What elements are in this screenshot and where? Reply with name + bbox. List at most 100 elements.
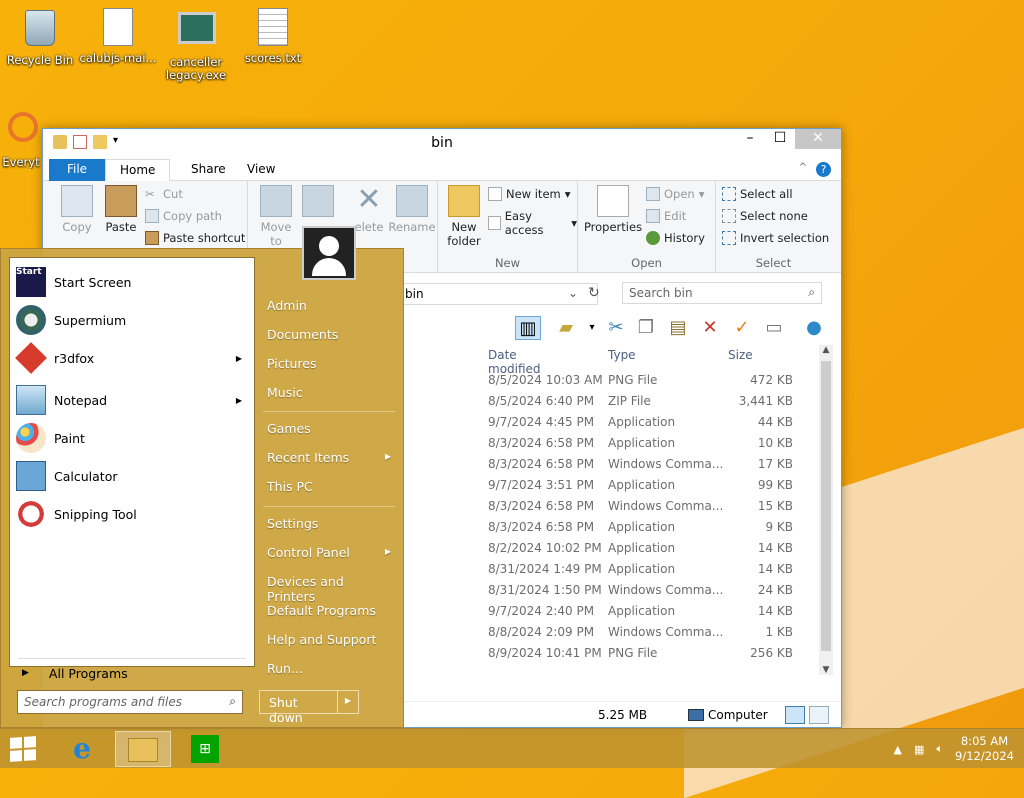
select-all-button[interactable]: Select all [722, 187, 793, 201]
arrow-right-icon: ▶ [22, 668, 29, 678]
start-menu-link[interactable]: Music [259, 380, 397, 406]
program-item[interactable]: Snipping Tool [16, 496, 248, 532]
paste-toolbar-icon[interactable]: ▤ [665, 316, 691, 340]
preview-pane-icon[interactable]: ▥ [515, 316, 541, 340]
copy-toolbar-icon[interactable]: ❐ [633, 316, 659, 340]
taskbar-internet-explorer[interactable]: e [54, 731, 110, 767]
move-to-button[interactable]: Move to [256, 185, 296, 248]
easy-access-button[interactable]: Easy access ▾ [488, 209, 577, 237]
start-menu-link[interactable]: Settings [259, 511, 397, 537]
notepad-icon [16, 385, 46, 415]
volume-muted-icon[interactable]: 🔈︎ [936, 742, 943, 756]
file-type: Application [608, 541, 676, 555]
program-item[interactable]: Start Start Screen [16, 264, 248, 300]
globe-icon[interactable]: ● [801, 316, 827, 340]
shut-down-button[interactable]: Shut down ▶ [259, 690, 359, 725]
column-date-modified[interactable]: Date modified [488, 348, 541, 376]
copy-path-button[interactable]: Copy path [145, 209, 222, 223]
desktop-icon-scores[interactable]: scores.txt [233, 8, 313, 65]
properties-button[interactable]: Properties [582, 185, 644, 234]
desktop-icon-label: canceller legacy.exe [165, 55, 227, 82]
start-menu-link[interactable]: Admin [259, 293, 397, 319]
refresh-icon[interactable]: ↻ [588, 285, 600, 301]
start-menu-link[interactable]: Help and Support [259, 627, 397, 653]
system-tray: ▲ ▦ 🔈︎ 8:05 AM 9/12/2024 [894, 729, 1014, 769]
network-icon[interactable]: ▦ [914, 743, 924, 756]
minimize-button[interactable]: – [735, 129, 765, 149]
program-item[interactable]: Calculator [16, 458, 248, 494]
start-menu-link[interactable]: Recent Items ▶ [259, 445, 397, 471]
start-menu-link[interactable]: Games [259, 416, 397, 442]
program-item[interactable]: Supermium [16, 302, 248, 338]
invert-selection-button[interactable]: Invert selection [722, 231, 829, 245]
vertical-scrollbar[interactable]: ▲ ▼ [819, 345, 833, 675]
program-item[interactable]: r3dfox ▶ [15, 340, 248, 376]
all-programs-button[interactable]: ▶ All Programs [22, 658, 128, 688]
start-menu-link[interactable]: Documents [259, 322, 397, 348]
file-type: Windows Comma... [608, 625, 724, 639]
start-menu-link[interactable]: Pictures [259, 351, 397, 377]
scroll-up-icon[interactable]: ▲ [819, 345, 833, 355]
scroll-down-icon[interactable]: ▼ [819, 665, 833, 675]
help-icon[interactable]: ? [816, 162, 831, 177]
new-folder-button[interactable]: New folder [444, 185, 484, 248]
program-item[interactable]: Paint [16, 420, 248, 456]
start-menu-link[interactable]: Devices and Printers [259, 569, 397, 604]
delete-toolbar-icon[interactable]: ✕ [697, 316, 723, 340]
checkmark-icon[interactable]: ✓ [729, 316, 755, 340]
close-button[interactable]: ✕ [795, 129, 841, 149]
start-menu-link-label: Pictures [267, 356, 317, 371]
search-input[interactable]: Search bin ⌕ [622, 282, 822, 304]
file-type: Application [608, 478, 676, 492]
start-menu-link[interactable]: Default Programs [259, 598, 397, 624]
copy-button[interactable]: Copy [55, 185, 99, 234]
taskbar-file-explorer[interactable] [115, 731, 171, 767]
open-button[interactable]: Open ▾ [646, 187, 705, 201]
tab-home[interactable]: Home [105, 159, 171, 181]
show-hidden-icons[interactable]: ▲ [894, 743, 902, 756]
paste-button[interactable]: Paste [99, 185, 143, 234]
details-view-icon[interactable] [785, 706, 805, 724]
desktop-icon-canceller[interactable]: canceller legacy.exe [156, 8, 236, 82]
cut-icon[interactable]: ✂ [603, 316, 629, 340]
desktop-icon-everything[interactable]: Everyt [0, 112, 42, 169]
folder-options-icon[interactable]: ▰ [553, 316, 579, 340]
rename-button[interactable]: Rename [388, 185, 436, 234]
rename-toolbar-icon[interactable]: ▭ [761, 316, 787, 340]
cut-button[interactable]: ✂ Cut [145, 187, 183, 201]
tab-file[interactable]: File [49, 159, 105, 181]
start-search-input[interactable]: Search programs and files ⌕ [17, 690, 243, 714]
start-button[interactable] [10, 736, 36, 762]
clock[interactable]: 8:05 AM 9/12/2024 [955, 734, 1014, 764]
file-size: 14 KB [757, 541, 793, 555]
new-item-button[interactable]: New item ▾ [488, 187, 571, 201]
desktop-icon-recycle-bin[interactable]: Recycle Bin [0, 8, 80, 67]
edit-button[interactable]: Edit [646, 209, 686, 223]
address-dropdown-icon[interactable]: ⌄ [565, 283, 581, 305]
file-type: Application [608, 520, 676, 534]
start-menu-link[interactable]: Run... [259, 656, 397, 682]
properties-big-icon [597, 185, 629, 217]
shut-down-options-icon[interactable]: ▶ [338, 691, 358, 713]
dropdown-arrow-icon[interactable]: ▾ [579, 316, 605, 340]
file-date: 9/7/2024 3:51 PM [488, 478, 595, 492]
scroll-thumb[interactable] [821, 361, 831, 651]
taskbar-store[interactable]: ⊞ [177, 731, 233, 767]
select-none-button[interactable]: Select none [722, 209, 808, 223]
copy-to-button[interactable] [298, 185, 338, 220]
paste-shortcut-button[interactable]: Paste shortcut [145, 231, 245, 245]
clock-date: 9/12/2024 [955, 749, 1014, 763]
column-size[interactable]: Size [728, 348, 753, 362]
program-item[interactable]: Notepad ▶ [16, 382, 248, 418]
large-icons-view-icon[interactable] [809, 706, 829, 724]
history-button[interactable]: History [646, 231, 705, 245]
start-menu-link[interactable]: This PC [259, 474, 397, 500]
tab-share[interactable]: Share [177, 159, 240, 181]
start-menu-link[interactable]: Control Panel ▶ [259, 540, 397, 566]
tab-view[interactable]: View [233, 159, 289, 181]
maximize-button[interactable]: ☐ [765, 129, 795, 149]
collapse-ribbon-icon[interactable]: ^ [799, 162, 807, 173]
desktop-icon-calubjs[interactable]: calubjs-mai... [78, 8, 158, 65]
column-type[interactable]: Type [608, 348, 636, 362]
user-avatar[interactable] [302, 226, 356, 280]
